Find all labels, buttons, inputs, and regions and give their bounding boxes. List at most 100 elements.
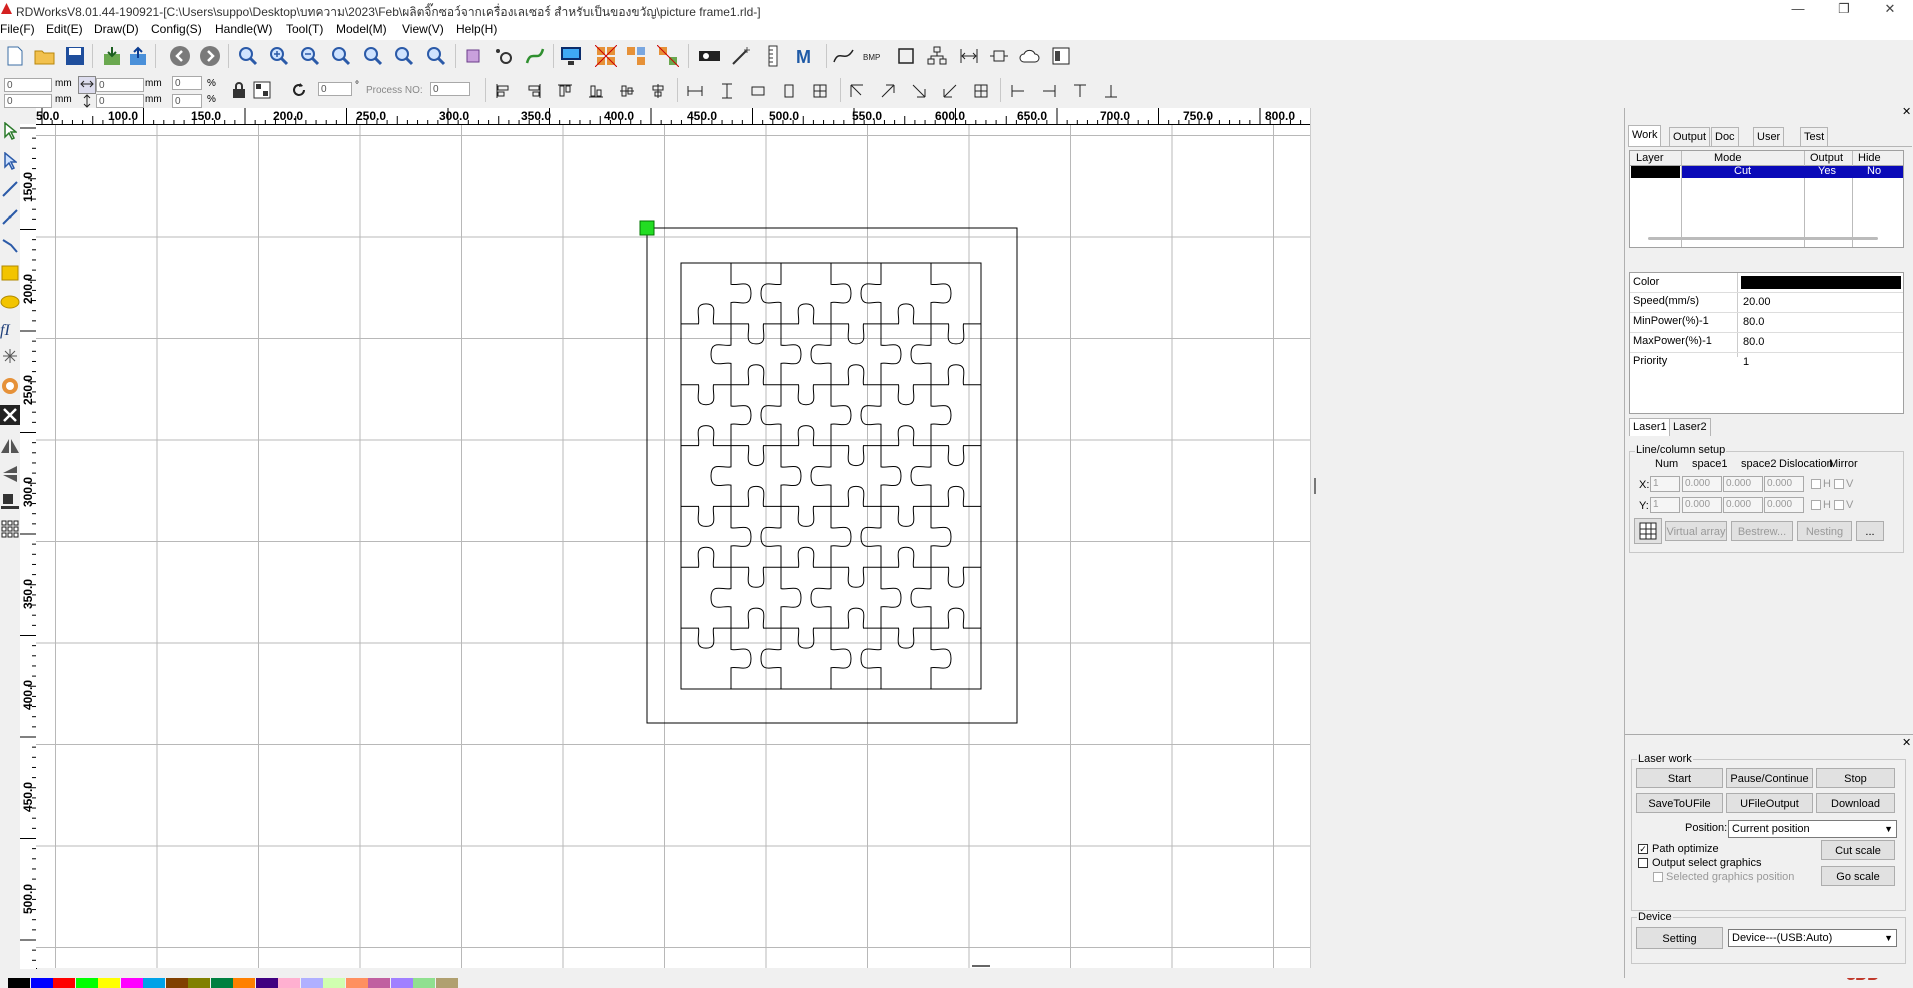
- path-optimize-checkbox[interactable]: ✓: [1638, 844, 1648, 854]
- palette-swatch[interactable]: [300, 978, 323, 988]
- dock-bottom-icon[interactable]: [1100, 80, 1122, 102]
- save-icon[interactable]: [64, 45, 86, 67]
- tab-test[interactable]: Test: [1800, 127, 1829, 146]
- bestrew-button[interactable]: Bestrew...: [1731, 521, 1793, 541]
- node-select-icon[interactable]: [0, 150, 20, 172]
- device-setting-button[interactable]: Setting: [1636, 927, 1723, 949]
- rotate-input[interactable]: 0: [318, 82, 352, 96]
- open-folder-icon[interactable]: [34, 45, 56, 67]
- param-speed-value[interactable]: 20.00: [1743, 296, 1771, 308]
- bitmap-tool-icon[interactable]: [0, 375, 20, 397]
- size-y-input[interactable]: 0: [96, 94, 144, 108]
- output-select-checkbox[interactable]: [1638, 858, 1648, 868]
- stop-button[interactable]: Stop: [1816, 768, 1895, 788]
- draw-ellipse-icon[interactable]: [0, 291, 20, 313]
- virtual-array-button[interactable]: Virtual array: [1665, 521, 1727, 541]
- download-button[interactable]: Download: [1816, 793, 1895, 813]
- rotate-icon[interactable]: [289, 80, 309, 100]
- mirror-h-icon[interactable]: [0, 435, 20, 457]
- palette-swatch[interactable]: [98, 978, 120, 988]
- node-edit-icon[interactable]: [493, 45, 515, 67]
- param-maxpower-value[interactable]: 80.0: [1743, 336, 1764, 348]
- equal-vspace-icon[interactable]: [716, 80, 738, 102]
- draw-polyline-icon[interactable]: [0, 206, 20, 228]
- equal-hspace-icon[interactable]: [684, 80, 706, 102]
- array-icon[interactable]: [595, 45, 617, 67]
- text-tool-icon[interactable]: fI: [0, 318, 20, 340]
- tree-icon[interactable]: [926, 45, 948, 67]
- align-vcenter-icon[interactable]: [647, 80, 669, 102]
- menu-handle[interactable]: Handle(W): [215, 22, 272, 36]
- delete-icon[interactable]: [0, 404, 20, 426]
- position-grid-icon[interactable]: [252, 80, 272, 100]
- zoom-window-icon[interactable]: [330, 45, 352, 67]
- mirror-v-icon[interactable]: [0, 463, 20, 485]
- palette-swatch[interactable]: [435, 978, 458, 988]
- palette-swatch[interactable]: [210, 978, 233, 988]
- smooth-curve-icon[interactable]: [833, 45, 855, 67]
- align-right-icon[interactable]: [523, 80, 545, 102]
- draw-line-icon[interactable]: [0, 178, 20, 200]
- palette-swatch[interactable]: [30, 978, 53, 988]
- height-icon[interactable]: [80, 94, 94, 108]
- width-arrows-icon[interactable]: [958, 45, 980, 67]
- undo-icon[interactable]: [169, 45, 191, 67]
- align-page-center-icon[interactable]: [970, 80, 992, 102]
- menu-model[interactable]: Model(M): [336, 22, 387, 36]
- equal-width-icon[interactable]: [747, 80, 769, 102]
- pos-x-input[interactable]: 0: [4, 78, 52, 92]
- array-setup-button[interactable]: [1634, 518, 1662, 544]
- zoom-all-icon[interactable]: [425, 45, 447, 67]
- new-file-icon[interactable]: [4, 45, 26, 67]
- pause-continue-button[interactable]: Pause/Continue: [1726, 768, 1813, 788]
- palette-swatch[interactable]: [233, 978, 255, 988]
- minimize-button[interactable]: —: [1775, 0, 1821, 20]
- ufile-output-button[interactable]: UFileOutput: [1726, 793, 1813, 813]
- palette-swatch[interactable]: [413, 978, 435, 988]
- menu-draw[interactable]: Draw(D): [94, 22, 139, 36]
- param-color-value[interactable]: [1741, 276, 1901, 289]
- palette-swatch[interactable]: [368, 978, 390, 988]
- align-hcenter-icon[interactable]: [616, 80, 638, 102]
- draw-rectangle-icon[interactable]: [0, 262, 20, 284]
- laser-head-icon[interactable]: [698, 45, 720, 67]
- splitter-handle[interactable]: [972, 965, 990, 967]
- import-icon[interactable]: [101, 45, 123, 67]
- menu-view[interactable]: View(V): [402, 22, 444, 36]
- zoom-select-icon[interactable]: [393, 45, 415, 67]
- layer-table-scrollbar[interactable]: [1648, 237, 1878, 240]
- nesting-button[interactable]: Nesting: [1797, 521, 1852, 541]
- size-x-input[interactable]: 0: [96, 78, 144, 92]
- go-scale-button[interactable]: Go scale: [1821, 866, 1895, 886]
- puzzle-pieces[interactable]: [681, 263, 981, 689]
- palette-swatch[interactable]: [345, 978, 368, 988]
- align-page-topright-icon[interactable]: [877, 80, 899, 102]
- palette-swatch[interactable]: [120, 978, 143, 988]
- monitor-icon[interactable]: [560, 45, 582, 67]
- zoom-page-icon[interactable]: [362, 45, 384, 67]
- fit-width-icon[interactable]: [988, 45, 1010, 67]
- point-tool-icon[interactable]: [0, 345, 20, 367]
- export-icon[interactable]: [127, 45, 149, 67]
- array-copy-icon[interactable]: [625, 45, 647, 67]
- save-to-ufile-button[interactable]: SaveToUFile: [1636, 793, 1723, 813]
- menu-edit[interactable]: Edit(E): [46, 22, 83, 36]
- align-left-icon[interactable]: [492, 80, 514, 102]
- zoom-in-icon[interactable]: [268, 45, 290, 67]
- menu-file[interactable]: File(F): [0, 22, 35, 36]
- align-page-topleft-icon[interactable]: [846, 80, 868, 102]
- palette-swatch[interactable]: [8, 978, 30, 988]
- zoom-pan-icon[interactable]: [237, 45, 259, 67]
- equal-height-icon[interactable]: [778, 80, 800, 102]
- select-rect-icon[interactable]: [462, 45, 484, 67]
- width-lock-icon[interactable]: [78, 76, 96, 94]
- magic-wand-icon[interactable]: [730, 45, 752, 67]
- tab-laser2[interactable]: Laser2: [1669, 418, 1711, 436]
- menu-config[interactable]: Config(S): [151, 22, 202, 36]
- tab-laser1[interactable]: Laser1: [1629, 418, 1671, 436]
- more-button[interactable]: ...: [1856, 521, 1884, 541]
- measure-m-icon[interactable]: M: [794, 45, 816, 67]
- tab-output[interactable]: Output: [1669, 127, 1711, 146]
- select-arrow-icon[interactable]: [0, 120, 20, 142]
- palette-swatch[interactable]: [323, 978, 345, 988]
